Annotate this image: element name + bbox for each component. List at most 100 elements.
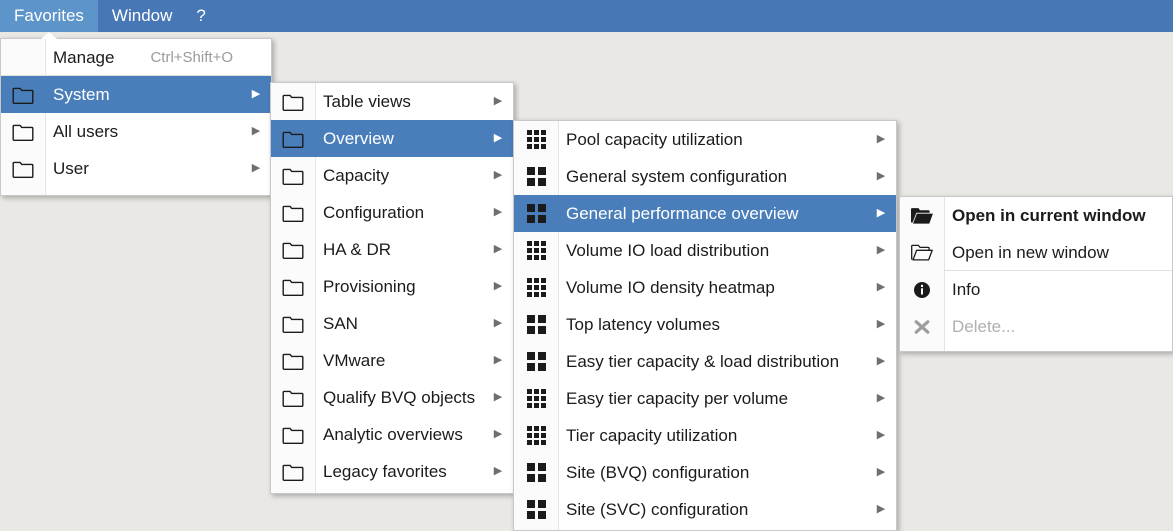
menu-item-delete: Delete... bbox=[952, 316, 1016, 336]
menu-item-manage: Manage bbox=[53, 47, 115, 67]
empty-icon-slot bbox=[1, 39, 45, 76]
grid-4-icon bbox=[514, 343, 558, 380]
menu-item-volume-io-density-heatmap: Volume IO density heatmap bbox=[566, 277, 775, 297]
grid-9-icon bbox=[514, 417, 558, 454]
submenu-arrow-icon: ▶ bbox=[493, 465, 503, 477]
grid-9-icon bbox=[514, 121, 558, 158]
menu-item-overview: Overview bbox=[323, 128, 394, 148]
menu-row[interactable]: Table views ▶ bbox=[271, 83, 513, 120]
submenu-arrow-icon: ▶ bbox=[493, 206, 503, 218]
menu-row[interactable]: Info bbox=[900, 271, 1172, 308]
menu-item-shortcut: Ctrl+Shift+O bbox=[150, 49, 233, 66]
menu-row[interactable]: Provisioning ▶ bbox=[271, 268, 513, 305]
grid-4-icon bbox=[514, 491, 558, 528]
submenu-arrow-icon: ▶ bbox=[876, 318, 886, 330]
submenu-arrow-icon: ▶ bbox=[493, 169, 503, 181]
menu-row[interactable]: Analytic overviews ▶ bbox=[271, 416, 513, 453]
menubar-item-favorites[interactable]: Favorites bbox=[0, 0, 98, 32]
menu-row[interactable]: System ▶ bbox=[1, 76, 271, 113]
menu-item-system: System bbox=[53, 84, 110, 104]
menu-row[interactable]: Capacity ▶ bbox=[271, 157, 513, 194]
menu-item-vmware: VMware bbox=[323, 350, 386, 370]
folder-icon bbox=[1, 113, 45, 150]
menu-item-san: SAN bbox=[323, 313, 358, 333]
menu-row[interactable]: Top latency volumes ▶ bbox=[514, 306, 896, 343]
submenu-arrow-icon: ▶ bbox=[493, 95, 503, 107]
menu-row[interactable]: Configuration ▶ bbox=[271, 194, 513, 231]
menu-item-pool-capacity-utilization: Pool capacity utilization bbox=[566, 129, 743, 149]
grid-9-icon bbox=[514, 269, 558, 306]
menu-row[interactable]: VMware ▶ bbox=[271, 342, 513, 379]
submenu-arrow-icon: ▶ bbox=[493, 354, 503, 366]
menu-item-qualify-bvq-objects: Qualify BVQ objects bbox=[323, 387, 476, 407]
menu-row[interactable]: User ▶ bbox=[1, 150, 271, 187]
grid-4-icon bbox=[514, 158, 558, 195]
menu-row[interactable]: Pool capacity utilization ▶ bbox=[514, 121, 896, 158]
menu-item-general-system-configuration: General system configuration bbox=[566, 166, 788, 186]
menu-row[interactable]: Tier capacity utilization ▶ bbox=[514, 417, 896, 454]
menu-row[interactable]: Easy tier capacity & load distribution ▶ bbox=[514, 343, 896, 380]
delete-x-icon bbox=[900, 308, 944, 345]
menu-item-volume-io-load-distribution: Volume IO load distribution bbox=[566, 240, 770, 260]
favorite-context-menu: Open in current window Open in new window… bbox=[899, 196, 1173, 352]
submenu-arrow-icon: ▶ bbox=[493, 317, 503, 329]
submenu-arrow-icon: ▶ bbox=[876, 466, 886, 478]
menu-item-general-performance-overview: General performance overview bbox=[566, 203, 799, 223]
menu-row[interactable]: Easy tier capacity per volume ▶ bbox=[514, 380, 896, 417]
menu-row[interactable]: Open in current window bbox=[900, 197, 1172, 234]
folder-icon bbox=[271, 231, 315, 268]
menu-row[interactable]: SAN ▶ bbox=[271, 305, 513, 342]
grid-4-icon bbox=[514, 195, 558, 232]
menubar-item-window[interactable]: Window bbox=[98, 0, 186, 32]
menu-item-open-in-new-window: Open in new window bbox=[952, 242, 1109, 262]
menu-row[interactable]: Manage Ctrl+Shift+O bbox=[1, 39, 271, 76]
menu-row[interactable]: Volume IO density heatmap ▶ bbox=[514, 269, 896, 306]
submenu-arrow-icon: ▶ bbox=[493, 391, 503, 403]
menu-row[interactable]: Legacy favorites ▶ bbox=[271, 453, 513, 490]
menu-item-all-users: All users bbox=[53, 121, 119, 141]
menu-row: Delete... bbox=[900, 308, 1172, 345]
folder-icon bbox=[271, 268, 315, 305]
folder-icon bbox=[1, 76, 45, 113]
menu-item-table-views: Table views bbox=[323, 91, 411, 111]
folder-open-outline-icon bbox=[900, 234, 944, 271]
submenu-arrow-icon: ▶ bbox=[251, 125, 261, 137]
menu-row[interactable]: All users ▶ bbox=[1, 113, 271, 150]
menu-item-site-svc-configuration: Site (SVC) configuration bbox=[566, 499, 749, 519]
submenu-arrow-icon: ▶ bbox=[876, 170, 886, 182]
submenu-arrow-icon: ▶ bbox=[493, 132, 503, 144]
folder-icon bbox=[271, 194, 315, 231]
submenu-arrow-icon: ▶ bbox=[251, 88, 261, 100]
menu-item-tier-capacity-utilization: Tier capacity utilization bbox=[566, 425, 738, 445]
menu-item-provisioning: Provisioning bbox=[323, 276, 416, 296]
info-icon bbox=[900, 271, 944, 308]
menu-row[interactable]: General performance overview ▶ bbox=[514, 195, 896, 232]
submenu-arrow-icon: ▶ bbox=[493, 428, 503, 440]
menubar-open-caret bbox=[41, 32, 57, 39]
menu-row[interactable]: Qualify BVQ objects ▶ bbox=[271, 379, 513, 416]
submenu-arrow-icon: ▶ bbox=[493, 243, 503, 255]
submenu-arrow-icon: ▶ bbox=[876, 429, 886, 441]
menu-row[interactable]: Volume IO load distribution ▶ bbox=[514, 232, 896, 269]
menu-item-top-latency-volumes: Top latency volumes bbox=[566, 314, 721, 334]
grid-4-icon bbox=[514, 306, 558, 343]
submenu-arrow-icon: ▶ bbox=[876, 281, 886, 293]
submenu-arrow-icon: ▶ bbox=[876, 133, 886, 145]
menubar: Favorites Window? bbox=[0, 0, 1173, 32]
menubar-item-help[interactable]: ? bbox=[186, 0, 215, 32]
menu-row[interactable]: Open in new window bbox=[900, 234, 1172, 271]
menu-row[interactable]: HA & DR ▶ bbox=[271, 231, 513, 268]
submenu-arrow-icon: ▶ bbox=[251, 162, 261, 174]
submenu-arrow-icon: ▶ bbox=[876, 355, 886, 367]
folder-icon bbox=[271, 157, 315, 194]
grid-9-icon bbox=[514, 232, 558, 269]
folder-icon bbox=[271, 379, 315, 416]
menu-item-easy-tier-capacity-per-volume: Easy tier capacity per volume bbox=[566, 388, 789, 408]
folder-icon bbox=[1, 150, 45, 187]
menu-row[interactable]: Site (BVQ) configuration ▶ bbox=[514, 454, 896, 491]
menu-row[interactable]: Overview ▶ bbox=[271, 120, 513, 157]
menu-item-ha-dr: HA & DR bbox=[323, 239, 392, 259]
grid-9-icon bbox=[514, 380, 558, 417]
menu-row[interactable]: General system configuration ▶ bbox=[514, 158, 896, 195]
menu-row[interactable]: Site (SVC) configuration ▶ bbox=[514, 491, 896, 528]
